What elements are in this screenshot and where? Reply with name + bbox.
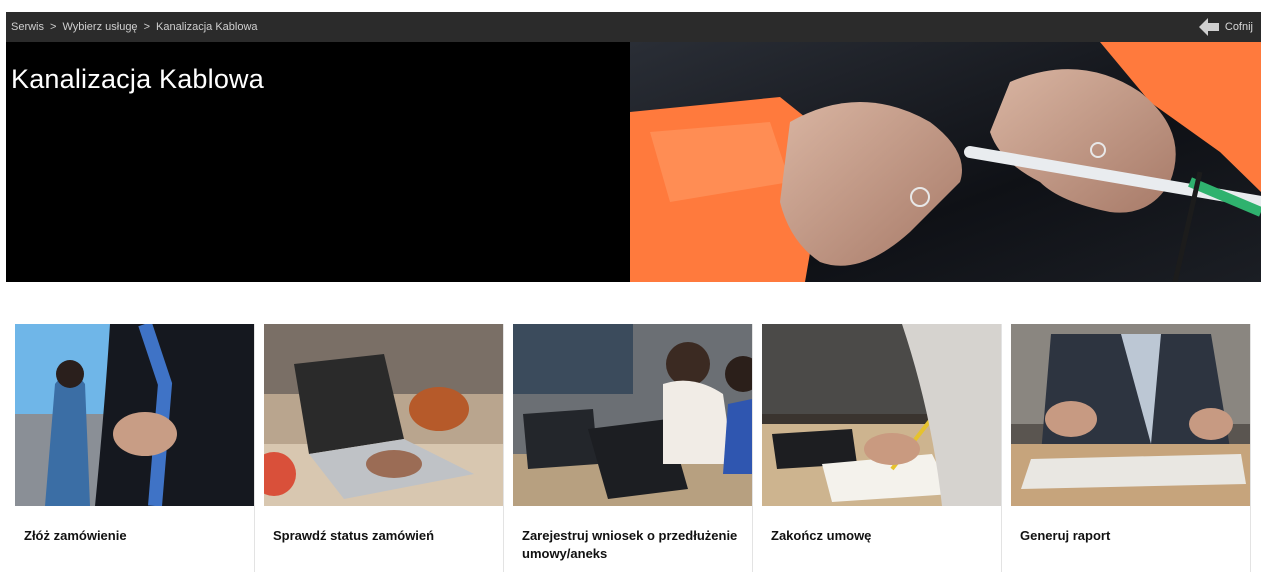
card-image-documents-desk — [1011, 324, 1250, 506]
breadcrumb-item-serwis[interactable]: Serwis — [11, 21, 44, 33]
card-image-writing-notebook — [762, 324, 1001, 506]
card-generuj-raport[interactable]: Generuj raport — [1011, 324, 1251, 572]
card-image-business-people — [15, 324, 254, 506]
breadcrumb: Serwis > Wybierz usługę > Kanalizacja Kablow… — [11, 12, 258, 42]
top-navigation-bar: Serwis > Wybierz usługę > Kanalizacja Kablow… — [6, 12, 1261, 42]
breadcrumb-separator: > — [50, 21, 57, 33]
breadcrumb-item-current: Kanalizacja Kablowa — [156, 21, 258, 33]
card-label: Zakończ umowę — [771, 528, 872, 543]
card-image-team-meeting — [513, 324, 752, 506]
card-sprawdz-status[interactable]: Sprawdź status zamówień — [264, 324, 504, 572]
back-button-label: Cofnij — [1224, 21, 1253, 33]
card-zloz-zamowienie[interactable]: Złóż zamówienie — [15, 324, 255, 572]
hero-banner: Kanalizacja Kablowa — [6, 42, 1261, 282]
card-label: Sprawdź status zamówień — [273, 528, 435, 543]
breadcrumb-item-wybierz-usluge[interactable]: Wybierz usługę — [62, 21, 137, 33]
card-label: Zarejestruj wniosek o przedłużenie umowy… — [522, 528, 738, 561]
hero-image-hands-cable — [630, 42, 1261, 282]
card-image-laptop-coffee — [264, 324, 503, 506]
card-zakoncz-umowe[interactable]: Zakończ umowę — [762, 324, 1002, 572]
card-label: Złóż zamówienie — [24, 528, 127, 543]
back-button[interactable]: Cofnij — [1198, 12, 1253, 42]
card-label: Generuj raport — [1020, 528, 1111, 543]
card-zarejestruj-wniosek[interactable]: Zarejestruj wniosek o przedłużenie umowy… — [513, 324, 753, 572]
arrow-left-icon — [1198, 18, 1219, 36]
page-title: Kanalizacja Kablowa — [11, 64, 264, 94]
breadcrumb-separator: > — [143, 21, 150, 33]
